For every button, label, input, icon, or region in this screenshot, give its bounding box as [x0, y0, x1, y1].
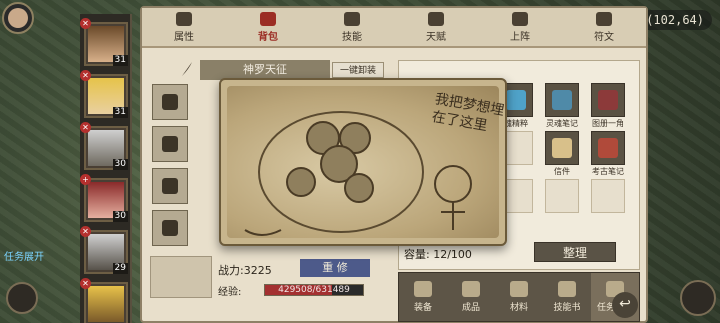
hero-name: 神罗天征	[200, 60, 330, 80]
tab-attributes[interactable]: 属性	[142, 8, 226, 46]
ore-icon	[510, 281, 528, 297]
boot-icon	[162, 178, 178, 194]
player-avatar[interactable]	[2, 2, 34, 34]
tab-skills[interactable]: 技能	[310, 8, 394, 46]
equip-slot-mask[interactable]	[152, 126, 188, 162]
tidy-button[interactable]: 整理	[534, 242, 616, 262]
tab-bar: 属性 背包 技能 天赋 上阵 符文	[142, 8, 646, 48]
team-member-slot[interactable]: ✕ 31	[80, 70, 128, 118]
unequip-all-button[interactable]: 一键卸装	[332, 62, 384, 78]
treasure-note-popup[interactable]: 我把梦想埋在了这里	[219, 78, 507, 246]
bag-item-slot[interactable]	[591, 83, 625, 117]
bag-item-slot[interactable]	[545, 83, 579, 117]
eye-icon	[428, 11, 444, 26]
bottom-left-avatar[interactable]	[6, 282, 38, 314]
tab-talent[interactable]: 天赋	[394, 8, 478, 46]
bag-item-label: 信件	[554, 167, 570, 176]
armor-icon	[414, 281, 432, 297]
exp-label: 经验:	[218, 287, 242, 298]
tab-bag[interactable]: 背包	[226, 8, 310, 46]
team-member-slot[interactable]: ✕ 31	[80, 18, 128, 66]
map-coordinates: (102,64)	[638, 10, 712, 30]
bag-item-label: 考古笔记	[592, 167, 624, 176]
ring-icon	[162, 220, 178, 236]
back-button[interactable]: ↩	[612, 292, 638, 318]
book-icon	[558, 281, 576, 297]
team-member-slot[interactable]: ✕	[80, 278, 128, 323]
equip-slot-ring[interactable]	[152, 210, 188, 246]
category-skill-books[interactable]: 技能书	[543, 273, 591, 321]
bag-item-slot[interactable]	[591, 179, 625, 213]
power-value: 战力:3225	[218, 264, 272, 277]
team-member-slot[interactable]: ✕ 29	[80, 226, 128, 274]
team-list: ✕ 31 ✕ 31 ✕ 30 + 30 ✕ 29 ✕	[80, 14, 132, 323]
equip-slot-helmet[interactable]	[152, 84, 188, 120]
member-level: 29	[112, 263, 128, 274]
item-icon	[506, 90, 526, 110]
hero-thumbnail[interactable]	[150, 256, 212, 298]
item-icon	[598, 90, 618, 110]
bag-item-label: 灵魂笔记	[546, 119, 578, 128]
team-member-slot[interactable]: ✕ 30	[80, 122, 128, 170]
bag-item-slot[interactable]	[545, 131, 579, 165]
member-level: 31	[112, 55, 128, 66]
flask-icon	[462, 281, 480, 297]
crossed-swords-icon	[512, 11, 528, 26]
tab-runes[interactable]: 符文	[562, 8, 646, 46]
flame-icon	[176, 11, 192, 26]
exp-bar: 429508/631489	[264, 284, 364, 296]
item-icon	[552, 138, 572, 158]
exp-text: 429508/631489	[278, 285, 350, 295]
bag-item-slot[interactable]	[545, 179, 579, 213]
item-icon	[552, 90, 572, 110]
tab-deploy[interactable]: 上阵	[478, 8, 562, 46]
member-level: 30	[112, 211, 128, 222]
member-level: 31	[112, 107, 128, 118]
member-level: 30	[112, 159, 128, 170]
team-member-slot[interactable]: + 30	[80, 174, 128, 222]
bag-icon	[260, 11, 276, 26]
category-products[interactable]: 成品	[447, 273, 495, 321]
book-icon	[344, 11, 360, 26]
bottom-right-avatar[interactable]	[680, 280, 716, 316]
refine-button[interactable]: 重 修	[300, 259, 370, 277]
task-expand-toggle[interactable]: 任务展开	[4, 248, 44, 263]
feather-icon	[182, 62, 192, 76]
bag-item-slot[interactable]	[591, 131, 625, 165]
helmet-icon	[162, 94, 178, 110]
category-bar: 装备 成品 材料 技能书 任务物品	[398, 272, 640, 322]
category-equipment[interactable]: 装备	[399, 273, 447, 321]
mask-icon	[162, 136, 178, 152]
bag-item-label: 图册一角	[592, 119, 624, 128]
equip-slot-boots[interactable]	[152, 168, 188, 204]
bag-capacity: 容量: 12/100	[404, 248, 472, 261]
item-icon	[598, 138, 618, 158]
rune-icon	[596, 11, 612, 26]
category-materials[interactable]: 材料	[495, 273, 543, 321]
